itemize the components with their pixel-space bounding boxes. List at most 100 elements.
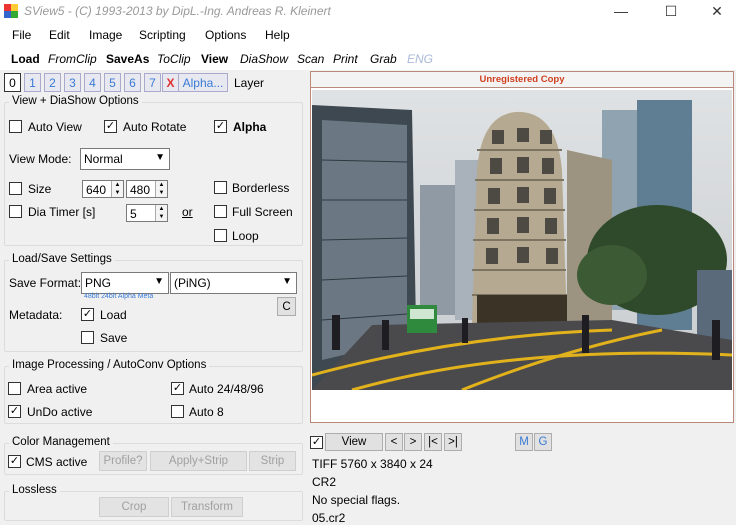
- toolbar-toclip[interactable]: ToClip: [157, 52, 191, 66]
- toolbar-eng[interactable]: ENG: [407, 52, 433, 66]
- layer-button-7[interactable]: 7: [144, 73, 161, 92]
- view-options-title: View + DiaShow Options: [9, 95, 142, 107]
- auto-8-label: Auto 8: [189, 405, 224, 419]
- window-title: SView5 - (C) 1993-2013 by DipL.-Ing. And…: [24, 4, 331, 18]
- toolbar-scan[interactable]: Scan: [297, 52, 324, 66]
- metadata-save-label: Save: [100, 331, 128, 345]
- image-info-file: 05.cr2: [312, 511, 346, 525]
- view-mode-label: View Mode:: [9, 152, 72, 166]
- full-screen-checkbox[interactable]: [214, 205, 227, 218]
- auto-view-checkbox[interactable]: [9, 120, 22, 133]
- dia-timer-checkbox[interactable]: [9, 205, 22, 218]
- dia-timer-spinner[interactable]: 5 ▲ ▼: [126, 204, 168, 222]
- last-button[interactable]: >|: [444, 433, 462, 451]
- view-mode-value: Normal: [84, 152, 123, 166]
- app-logo-icon: [4, 4, 18, 18]
- layer-button-1[interactable]: 1: [24, 73, 41, 92]
- first-button[interactable]: |<: [424, 433, 442, 451]
- dia-timer-value: 5: [130, 207, 137, 221]
- view-toggle-checkbox[interactable]: ✓: [310, 436, 323, 449]
- menu-scripting[interactable]: Scripting: [139, 28, 186, 42]
- borderless-checkbox[interactable]: [214, 181, 227, 194]
- size-label: Size: [28, 182, 52, 196]
- layer-button-5[interactable]: 5: [104, 73, 121, 92]
- toolbar-view[interactable]: View: [201, 52, 228, 66]
- m-button[interactable]: M: [515, 433, 533, 451]
- loop-checkbox[interactable]: [214, 229, 227, 242]
- apply-strip-button[interactable]: Apply+Strip: [150, 451, 247, 471]
- alpha-button[interactable]: Alpha...: [178, 73, 228, 92]
- size-height-value: 480: [130, 183, 151, 197]
- image-preview[interactable]: [312, 90, 732, 390]
- menu-edit[interactable]: Edit: [49, 28, 70, 42]
- minimize-button[interactable]: —: [598, 0, 644, 22]
- g-button[interactable]: G: [534, 433, 552, 451]
- toolbar-saveas[interactable]: SaveAs: [106, 52, 149, 66]
- toolbar-diashow[interactable]: DiaShow: [240, 52, 288, 66]
- transform-button[interactable]: Transform: [171, 497, 243, 517]
- image-info-format: TIFF 5760 x 3840 x 24: [312, 457, 433, 471]
- spin-arrows-icon[interactable]: ▲ ▼: [155, 181, 167, 197]
- save-format-label: Save Format:: [9, 276, 82, 290]
- alpha-checkbox[interactable]: ✓: [214, 120, 227, 133]
- toolbar-grab[interactable]: Grab: [370, 52, 397, 66]
- profile-button[interactable]: Profile?: [99, 451, 147, 471]
- toolbar-load[interactable]: Load: [11, 52, 40, 66]
- menu-image[interactable]: Image: [89, 28, 122, 42]
- toolbar-fromclip[interactable]: FromClip: [48, 52, 97, 66]
- auto-8-checkbox[interactable]: [171, 405, 184, 418]
- layer-label: Layer: [234, 76, 265, 90]
- borderless-label: Borderless: [232, 181, 290, 195]
- auto-2448-checkbox[interactable]: ✓: [171, 382, 184, 395]
- processing-title: Image Processing / AutoConv Options: [9, 359, 210, 371]
- undo-active-checkbox[interactable]: ✓: [8, 405, 21, 418]
- size-width-value: 640: [86, 183, 107, 197]
- prev-button[interactable]: <: [385, 433, 403, 451]
- format-hint: 48bit 24bit Alpha Meta: [84, 293, 154, 300]
- spin-arrows-icon[interactable]: ▲ ▼: [111, 181, 123, 197]
- layer-close-button[interactable]: X: [162, 73, 179, 92]
- metadata-save-checkbox[interactable]: [81, 331, 94, 344]
- next-button[interactable]: >: [404, 433, 422, 451]
- size-checkbox[interactable]: [9, 182, 22, 195]
- view-mode-select[interactable]: Normal ▼: [80, 148, 170, 170]
- auto-rotate-checkbox[interactable]: ✓: [104, 120, 117, 133]
- spin-arrows-icon[interactable]: ▲ ▼: [155, 205, 167, 221]
- close-window-button[interactable]: ✕: [694, 0, 736, 22]
- layer-button-3[interactable]: 3: [64, 73, 81, 92]
- menu-options[interactable]: Options: [205, 28, 246, 42]
- or-label: or: [182, 205, 193, 219]
- format-description-select[interactable]: (PiNG) ▼: [170, 272, 297, 294]
- c-button[interactable]: C: [277, 297, 296, 316]
- metadata-load-label: Load: [100, 308, 127, 322]
- size-height-spinner[interactable]: 480 ▲ ▼: [126, 180, 168, 198]
- cms-active-checkbox[interactable]: ✓: [8, 455, 21, 468]
- menu-help[interactable]: Help: [265, 28, 290, 42]
- maximize-button[interactable]: ☐: [648, 0, 694, 22]
- crop-button[interactable]: Crop: [99, 497, 169, 517]
- save-format-select[interactable]: PNG ▼: [81, 272, 169, 294]
- alpha-label: Alpha: [233, 120, 267, 134]
- toolbar-print[interactable]: Print: [333, 52, 358, 66]
- area-active-checkbox[interactable]: [8, 382, 21, 395]
- menu-file[interactable]: File: [12, 28, 31, 42]
- layer-button-6[interactable]: 6: [124, 73, 141, 92]
- image-info-flags: No special flags.: [312, 493, 401, 507]
- auto-rotate-label: Auto Rotate: [123, 120, 187, 134]
- layer-button-2[interactable]: 2: [44, 73, 61, 92]
- image-info-type: CR2: [312, 475, 337, 489]
- chevron-down-icon: ▼: [155, 152, 165, 163]
- metadata-load-checkbox[interactable]: ✓: [81, 308, 94, 321]
- unregistered-banner: Unregistered Copy: [311, 72, 733, 88]
- strip-button[interactable]: Strip: [249, 451, 296, 471]
- chevron-down-icon: ▼: [282, 276, 292, 287]
- layer-button-4[interactable]: 4: [84, 73, 101, 92]
- view-button[interactable]: View: [325, 433, 383, 451]
- loop-label: Loop: [232, 229, 259, 243]
- metadata-label: Metadata:: [9, 308, 63, 322]
- full-screen-label: Full Screen: [232, 205, 293, 219]
- size-width-spinner[interactable]: 640 ▲ ▼: [82, 180, 124, 198]
- dia-timer-label: Dia Timer [s]: [28, 205, 96, 219]
- save-format-value: PNG: [85, 276, 112, 290]
- layer-button-0[interactable]: 0: [4, 73, 21, 92]
